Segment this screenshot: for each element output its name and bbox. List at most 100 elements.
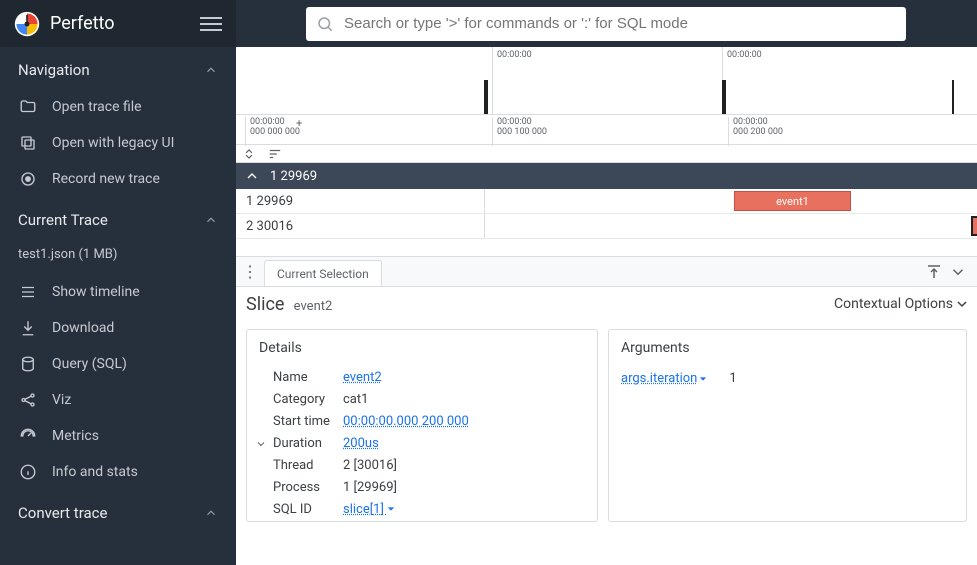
search-input[interactable] xyxy=(344,15,896,32)
detail-value[interactable]: slice[1] xyxy=(343,501,395,519)
overview-tick: 00:00:00 xyxy=(492,47,532,114)
sidebar-item-open-trace-file[interactable]: Open trace file xyxy=(0,89,236,125)
search-icon xyxy=(316,15,334,33)
database-icon xyxy=(18,354,38,374)
detail-value[interactable]: 200us xyxy=(343,435,379,453)
download-icon xyxy=(18,318,38,338)
sort-icon[interactable] xyxy=(268,147,282,161)
detail-value[interactable]: 00:00:00.000 200 000 xyxy=(343,413,469,431)
caret-down-icon xyxy=(699,375,707,383)
overview-marker xyxy=(722,80,726,114)
detail-value: 2 [30016] xyxy=(343,457,397,475)
speed-icon xyxy=(18,426,38,446)
sidebar-item-download[interactable]: Download xyxy=(0,310,236,346)
detail-key: Process xyxy=(273,479,343,497)
detail-row-category: Categorycat1 xyxy=(247,389,597,411)
detail-row-start-time: Start time00:00:00.000 200 000 xyxy=(247,411,597,433)
detail-key: SQL ID xyxy=(273,501,343,519)
nav-label: Query (SQL) xyxy=(52,356,127,372)
track-row: 1 29969 event1 xyxy=(236,189,977,214)
panel-title: Details xyxy=(247,330,597,367)
menu-icon[interactable] xyxy=(200,13,222,35)
nav-label: Download xyxy=(52,320,114,336)
track-name[interactable]: 1 29969 xyxy=(236,189,485,213)
chevron-up-icon xyxy=(204,506,218,520)
tab-current-selection[interactable]: Current Selection xyxy=(264,260,382,286)
detail-key: Category xyxy=(273,391,343,409)
track-name[interactable]: 2 30016 xyxy=(236,214,485,238)
plus-icon: + xyxy=(296,117,302,130)
ruler-tick: 00:00:00000 200 000 xyxy=(728,117,783,146)
copy-icon xyxy=(18,133,38,153)
track-content[interactable]: event2 xyxy=(485,214,977,238)
section-convert-trace[interactable]: Convert trace xyxy=(0,490,236,532)
section-label: Current Trace xyxy=(18,211,108,229)
topbar xyxy=(236,0,977,47)
arg-key[interactable]: args.iteration xyxy=(621,371,707,386)
main: 00:00:00 00:00:00 00:00:00000 000 000 + … xyxy=(236,0,977,565)
process-header[interactable]: 1 29969 xyxy=(236,163,977,189)
detail-key: Duration xyxy=(273,435,343,453)
track-row: 2 30016 event2 xyxy=(236,214,977,239)
chevron-up-icon xyxy=(244,168,260,184)
detail-row-process: Process1 [29969] xyxy=(247,477,597,499)
ruler-tick: 00:00:00000 100 000 xyxy=(492,117,547,146)
overview-marker xyxy=(952,80,954,114)
overview-tick: 00:00:00 xyxy=(722,47,762,114)
sidebar-item-show-timeline[interactable]: Show timeline xyxy=(0,274,236,310)
time-ruler[interactable]: 00:00:00000 000 000 + 00:00:00000 100 00… xyxy=(236,115,977,145)
sidebar-item-metrics[interactable]: Metrics xyxy=(0,418,236,454)
collapse-vertical-icon[interactable] xyxy=(242,147,256,161)
detail-row-duration: Duration200us xyxy=(247,433,597,455)
sidebar-item-viz[interactable]: Viz xyxy=(0,382,236,418)
detail-value: cat1 xyxy=(343,391,368,409)
folder-icon xyxy=(18,97,38,117)
ruler-tick: 00:00:00000 000 000 xyxy=(245,117,300,146)
arg-row: args.iteration 1 xyxy=(609,367,966,390)
nav-label: Open with legacy UI xyxy=(52,135,174,151)
info-icon xyxy=(18,462,38,482)
slice-subheading: event2 xyxy=(294,299,333,314)
slice-event2[interactable]: event2 xyxy=(971,216,977,236)
perfetto-logo-icon xyxy=(14,11,40,37)
nav-label: Viz xyxy=(52,392,71,408)
section-navigation[interactable]: Navigation xyxy=(0,47,236,89)
section-current-trace[interactable]: Current Trace xyxy=(0,197,236,239)
sidebar-header: Perfetto xyxy=(0,0,236,47)
section-label: Convert trace xyxy=(18,504,107,522)
sidebar-item-info-and-stats[interactable]: Info and stats xyxy=(0,454,236,490)
chevron-down-icon[interactable] xyxy=(949,263,967,281)
nav-label: Open trace file xyxy=(52,99,142,115)
sidebar-item-query-sql-[interactable]: Query (SQL) xyxy=(0,346,236,382)
trace-filename: test1.json (1 MB) xyxy=(0,239,236,274)
track-content[interactable]: event1 xyxy=(485,189,977,213)
caret-down-icon xyxy=(387,505,395,513)
detail-value: 1 [29969] xyxy=(343,479,397,497)
detail-row-thread: Thread2 [30016] xyxy=(247,455,597,477)
overview-marker xyxy=(484,80,488,114)
detail-key: Name xyxy=(273,369,343,387)
slice-event1[interactable]: event1 xyxy=(734,191,851,211)
chevron-up-icon xyxy=(204,63,218,77)
sidebar-item-open-with-legacy-ui[interactable]: Open with legacy UI xyxy=(0,125,236,161)
panel-title: Arguments xyxy=(609,330,966,367)
section-label: Navigation xyxy=(18,61,90,79)
nav-label: Metrics xyxy=(52,428,99,444)
drag-handle-icon[interactable]: ⋮ xyxy=(236,262,264,281)
timeline-overview[interactable]: 00:00:00 00:00:00 xyxy=(236,47,977,115)
contextual-options-button[interactable]: Contextual Options xyxy=(834,296,967,312)
collapse-up-icon[interactable] xyxy=(925,263,943,281)
slice-heading: Slice xyxy=(246,294,284,315)
searchbox[interactable] xyxy=(306,7,906,41)
sidebar-item-record-new-trace[interactable]: Record new trace xyxy=(0,161,236,197)
panel-details: Details Nameevent2Categorycat1Start time… xyxy=(246,329,598,522)
chevron-up-icon xyxy=(204,213,218,227)
nav-label: Show timeline xyxy=(52,284,140,300)
slice-header: Slice event2 Contextual Options xyxy=(236,287,977,321)
detail-value[interactable]: event2 xyxy=(343,369,382,387)
detail-key: Thread xyxy=(273,457,343,475)
nav-label: Info and stats xyxy=(52,464,138,480)
track-toolbar xyxy=(236,145,977,163)
chevron-down-icon[interactable] xyxy=(255,438,267,450)
detail-row-sql-id: SQL IDslice[1] xyxy=(247,499,597,521)
